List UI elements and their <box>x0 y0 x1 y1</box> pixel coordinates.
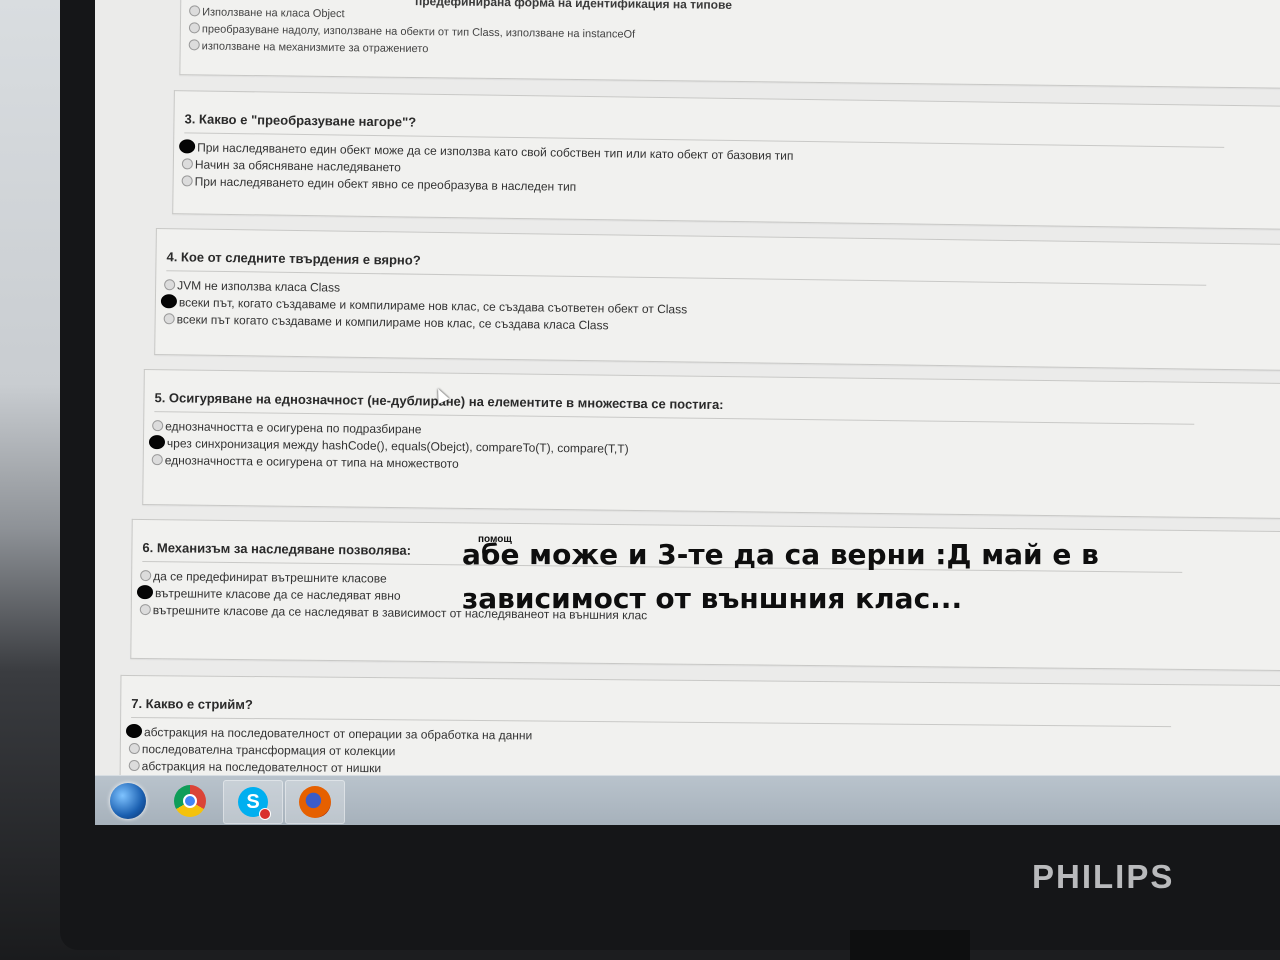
windows-taskbar: S <box>95 775 1280 825</box>
radio-button[interactable] <box>140 570 152 582</box>
radio-button[interactable] <box>164 279 176 291</box>
question-card-3: 3. Какво е "преобразуване нагоре"? При н… <box>172 90 1280 230</box>
taskbar-skype[interactable]: S <box>223 780 283 824</box>
overlay-comment: абе може и 3-те да са верни :Д май е в з… <box>462 533 1222 621</box>
radio-button[interactable] <box>151 454 163 466</box>
radio-button[interactable] <box>181 175 193 187</box>
windows-start-icon <box>110 783 146 819</box>
radio-button[interactable] <box>188 22 201 34</box>
radio-button[interactable] <box>189 5 201 17</box>
radio-button[interactable] <box>152 420 164 432</box>
taskbar-firefox[interactable] <box>285 780 345 824</box>
taskbar-chrome[interactable] <box>161 780 219 822</box>
overlay-line-1: абе може и 3-те да са верни :Д май е в <box>462 538 1099 571</box>
radio-button-selected[interactable] <box>179 139 196 154</box>
radio-button[interactable] <box>181 158 193 170</box>
question-title: 7. Какво е стрийм? <box>131 695 1172 728</box>
firefox-icon <box>299 786 331 818</box>
question-card-5: 5. Осигуряване на еднозначност (не-дубли… <box>142 368 1280 520</box>
radio-button[interactable] <box>163 313 175 325</box>
question-card-4: 4. Кое от следните твърдения е вярно? JV… <box>154 228 1280 371</box>
skype-icon: S <box>238 787 271 820</box>
radio-button[interactable] <box>128 759 140 772</box>
radio-button-selected[interactable] <box>136 584 154 600</box>
question-card-2: Използване на класа Object преобразуване… <box>179 0 1280 89</box>
radio-button-selected[interactable] <box>125 723 143 739</box>
monitor-stand <box>850 930 970 960</box>
monitor-screen: Използване на класа Object преобразуване… <box>95 0 1280 825</box>
radio-button-selected[interactable] <box>160 294 178 309</box>
start-button[interactable] <box>99 780 157 822</box>
overlay-line-2: зависимост от външния клас... <box>462 582 963 615</box>
radio-button[interactable] <box>188 39 200 51</box>
chrome-icon <box>174 785 206 817</box>
radio-button[interactable] <box>139 604 151 616</box>
radio-button-selected[interactable] <box>148 435 166 450</box>
radio-button[interactable] <box>128 742 140 755</box>
monitor-brand-logo: PHILIPS <box>1032 858 1175 895</box>
quiz-page: Използване на класа Object преобразуване… <box>95 0 1280 798</box>
